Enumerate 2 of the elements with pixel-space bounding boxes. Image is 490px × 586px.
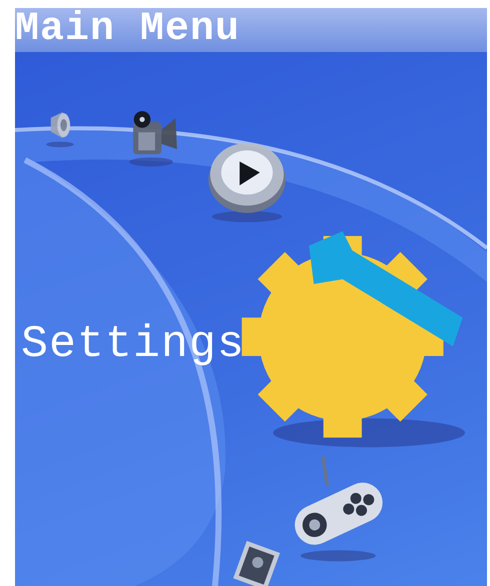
selected-item-label: Settings xyxy=(21,320,246,370)
menu-title: Main Menu xyxy=(15,8,240,52)
